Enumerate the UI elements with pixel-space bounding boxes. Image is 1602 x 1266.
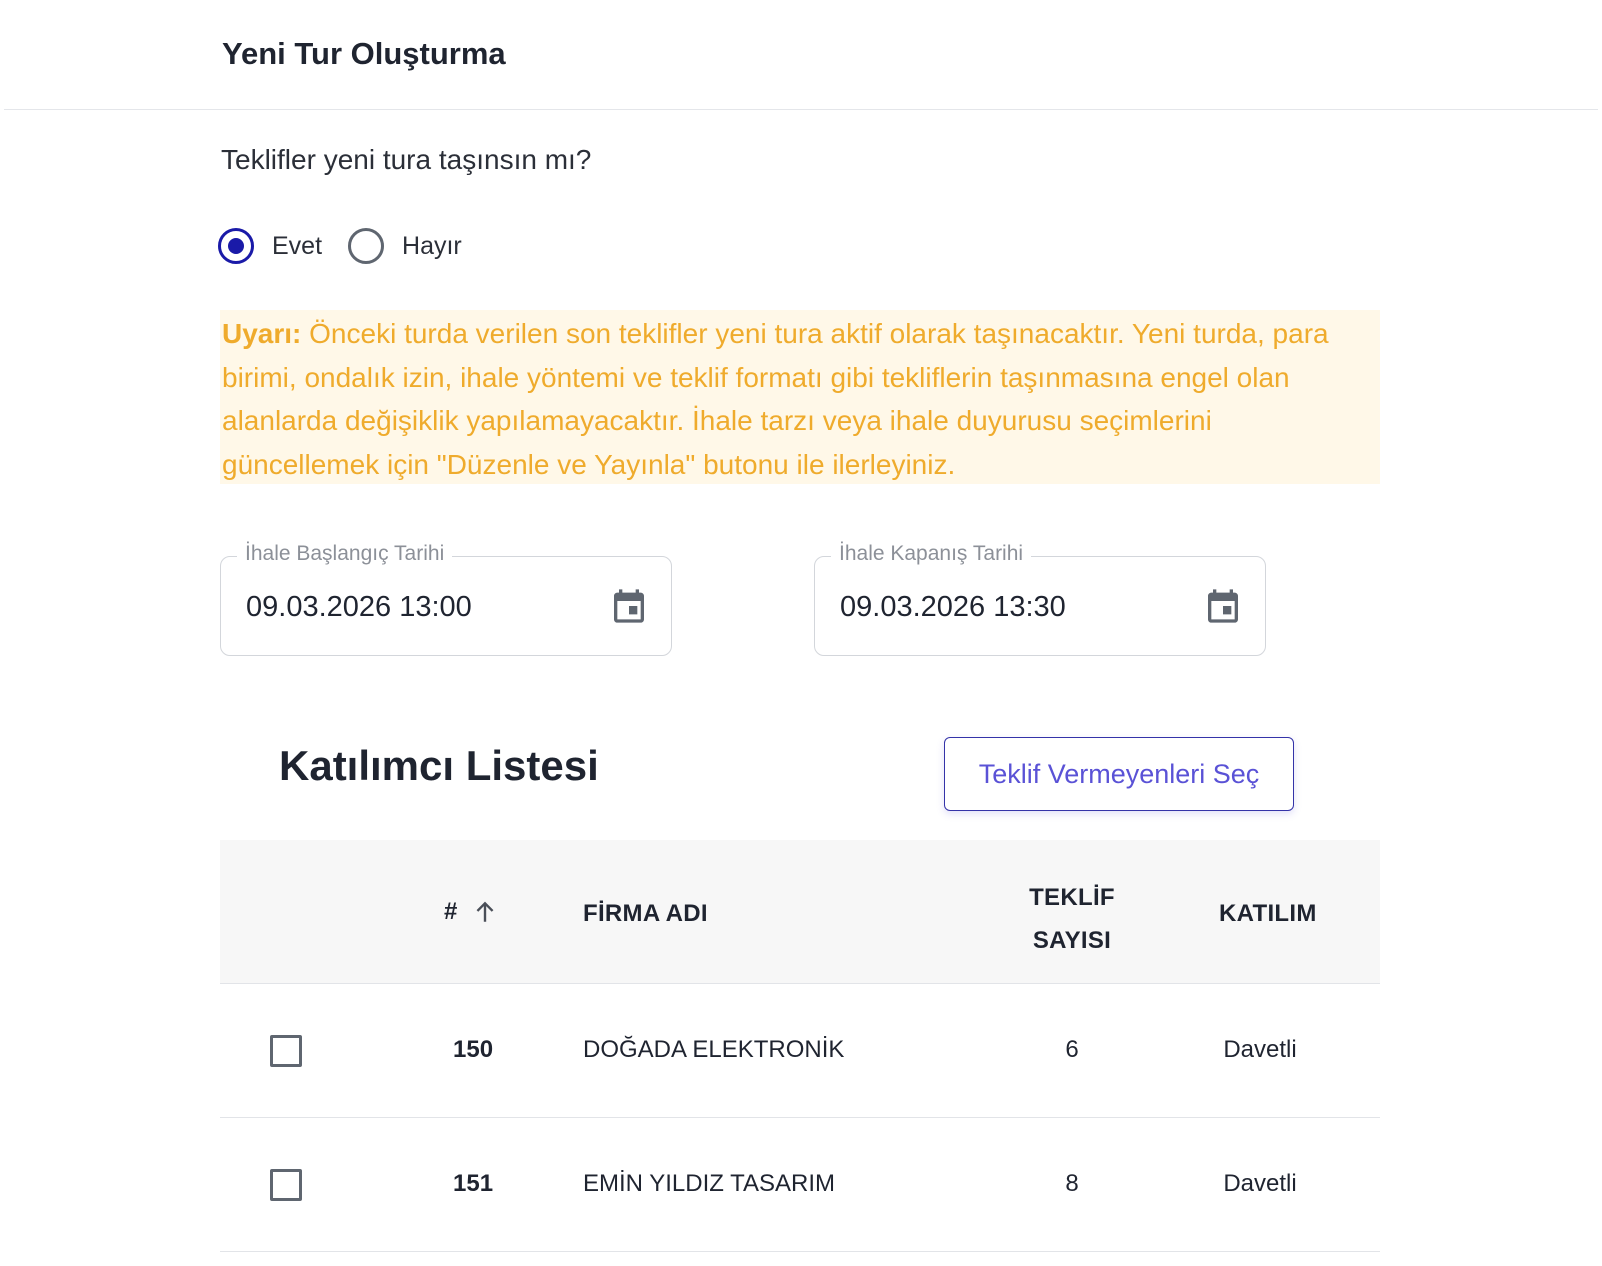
participants-title: Katılımcı Listesi (279, 742, 599, 789)
column-header-participation: KATILIM (1219, 900, 1317, 927)
radio-option-hayir[interactable]: Hayır (348, 228, 462, 264)
row-offer-count: 8 (1065, 1170, 1079, 1197)
radio-hayir[interactable] (348, 228, 385, 264)
end-date-field[interactable]: İhale Kapanış Tarihi 09.03.2026 13:30 (814, 542, 1266, 656)
end-date-value[interactable]: 09.03.2026 13:30 (840, 591, 1066, 624)
row-company-name: DOĞADA ELEKTRONİK (583, 1036, 845, 1063)
column-header-count-line1: TEKLİF (1029, 884, 1115, 911)
row-num: 151 (453, 1170, 494, 1197)
warning-text: Önceki turda verilen son teklifler yeni … (222, 318, 1329, 480)
arrow-up-icon[interactable] (472, 898, 498, 926)
start-date-field[interactable]: İhale Başlangıç Tarihi 09.03.2026 13:00 (220, 542, 672, 656)
radio-label-hayir: Hayır (402, 231, 462, 260)
calendar-icon[interactable] (609, 585, 649, 627)
column-header-num[interactable]: # (444, 898, 498, 926)
participants-table: # FİRMA ADI TEKLİF SAYISI KATILIM 150 DO… (220, 840, 1380, 1252)
page-header: Yeni Tur Oluşturma (4, 0, 1598, 110)
warning-box: Uyarı: Önceki turda verilen son teklifle… (220, 310, 1380, 484)
column-header-count-line2: SAYISI (1032, 927, 1112, 954)
radio-option-evet[interactable]: Evet (218, 228, 322, 264)
row-checkbox[interactable] (270, 1169, 302, 1201)
row-participation: Davetli (1223, 1036, 1297, 1063)
radio-label-evet: Evet (272, 231, 323, 260)
radio-evet[interactable] (218, 228, 254, 264)
warning-prefix: Uyarı: (222, 318, 302, 349)
table-header: # FİRMA ADI TEKLİF SAYISI KATILIM (220, 840, 1380, 984)
column-header-num-label: # (444, 898, 458, 925)
row-checkbox[interactable] (270, 1035, 302, 1067)
page-title: Yeni Tur Oluşturma (222, 36, 506, 71)
table-row: 150 DOĞADA ELEKTRONİK 6 Davetli (220, 984, 1380, 1118)
start-date-value[interactable]: 09.03.2026 13:00 (246, 591, 472, 624)
row-num: 150 (453, 1036, 494, 1063)
calendar-icon[interactable] (1203, 585, 1243, 627)
carry-offers-question: Teklifler yeni tura taşınsın mı? (221, 144, 592, 175)
end-date-label: İhale Kapanış Tarihi (831, 542, 1032, 566)
select-non-bidders-button[interactable]: Teklif Vermeyenleri Seç (944, 737, 1294, 811)
row-company-name: EMİN YILDIZ TASARIM (583, 1170, 836, 1197)
table-row: 151 EMİN YILDIZ TASARIM 8 Davetli (220, 1118, 1380, 1252)
column-header-count: TEKLİF SAYISI (1010, 876, 1134, 962)
start-date-label: İhale Başlangıç Tarihi (237, 542, 453, 566)
carry-offers-radio-group: Evet Hayır (218, 226, 488, 266)
row-participation: Davetli (1223, 1170, 1297, 1197)
column-header-name: FİRMA ADI (583, 900, 708, 927)
row-offer-count: 6 (1065, 1036, 1079, 1063)
